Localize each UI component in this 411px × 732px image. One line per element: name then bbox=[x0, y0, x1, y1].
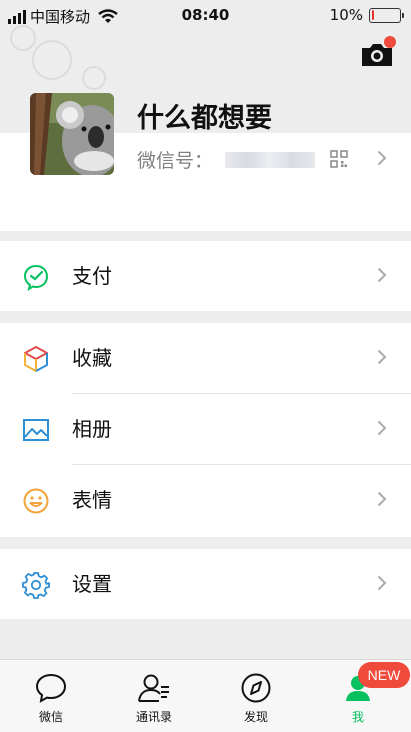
battery-level bbox=[371, 10, 375, 20]
new-badge: NEW bbox=[358, 662, 410, 688]
cube-icon bbox=[24, 346, 48, 372]
koala-avatar-image bbox=[30, 93, 114, 175]
menu-item-settings-label: 设置 bbox=[72, 572, 112, 596]
tab-discover[interactable]: 发现 bbox=[216, 672, 296, 725]
chevron-right-icon bbox=[377, 267, 387, 283]
menu-item-favorites[interactable]: 收藏 bbox=[0, 323, 411, 393]
notification-dot bbox=[384, 36, 396, 48]
menu-item-pay-label: 支付 bbox=[72, 264, 112, 288]
menu-section-settings: 设置 bbox=[0, 549, 411, 619]
wechat-id-row: 微信号： bbox=[137, 146, 316, 173]
gear-icon bbox=[22, 572, 50, 599]
tab-chats[interactable]: 微信 bbox=[11, 672, 91, 725]
tab-bar: 微信 通讯录 发现 我 bbox=[0, 659, 411, 732]
menu-item-stickers-label: 表情 bbox=[72, 488, 112, 512]
avatar[interactable] bbox=[30, 93, 114, 175]
chevron-right-icon bbox=[377, 420, 387, 436]
chevron-right-icon bbox=[377, 575, 387, 591]
chevron-right-icon bbox=[377, 491, 387, 507]
qr-code-icon[interactable] bbox=[330, 150, 348, 168]
menu-item-stickers[interactable]: 表情 bbox=[0, 465, 411, 535]
tab-contacts-label: 通讯录 bbox=[135, 710, 172, 724]
menu-item-settings[interactable]: 设置 bbox=[0, 549, 411, 619]
chevron-right-icon bbox=[377, 349, 387, 365]
tab-chats-label: 微信 bbox=[38, 710, 63, 724]
wechat-id-value-redacted bbox=[225, 151, 316, 168]
tab-discover-label: 发现 bbox=[243, 710, 268, 724]
menu-item-album-label: 相册 bbox=[72, 417, 112, 441]
battery-icon bbox=[369, 7, 404, 23]
menu-item-pay[interactable]: 支付 bbox=[0, 241, 411, 311]
decor-bubble bbox=[32, 40, 72, 80]
decor-bubble bbox=[10, 25, 36, 51]
smiley-icon bbox=[23, 488, 49, 514]
profile-chevron-icon[interactable] bbox=[377, 150, 387, 166]
contacts-icon bbox=[138, 674, 169, 702]
wechat-id-label: 微信号： bbox=[137, 150, 214, 172]
nickname: 什么都想要 bbox=[137, 103, 272, 134]
decor-bubble bbox=[82, 66, 106, 90]
menu-item-album[interactable]: 相册 bbox=[0, 394, 411, 464]
status-bar: 中国移动 08:40 10% bbox=[0, 0, 411, 32]
compass-icon bbox=[241, 673, 271, 703]
status-bar-right: 10% bbox=[329, 6, 404, 24]
tab-contacts[interactable]: 通讯录 bbox=[114, 672, 194, 725]
menu-section-content: 收藏 相册 表情 bbox=[0, 323, 411, 537]
picture-icon bbox=[23, 419, 49, 441]
tab-me-label: 我 bbox=[351, 710, 364, 724]
chat-bubble-icon bbox=[35, 673, 67, 703]
menu-section-pay: 支付 bbox=[0, 241, 411, 311]
wechat-pay-icon bbox=[23, 264, 49, 291]
battery-percent: 10% bbox=[329, 6, 363, 24]
menu-item-favorites-label: 收藏 bbox=[72, 346, 112, 370]
